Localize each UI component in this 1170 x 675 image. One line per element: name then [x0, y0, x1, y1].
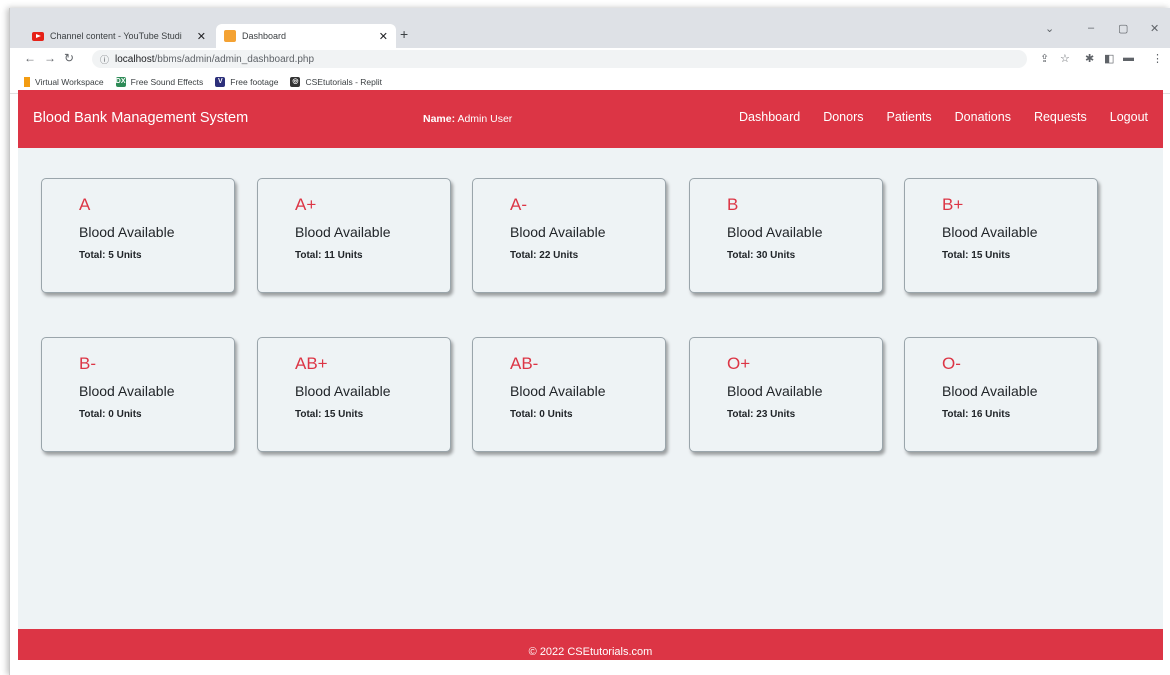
blood-group: AB- — [510, 354, 539, 373]
tab-search-icon[interactable]: ⌄ — [1045, 22, 1054, 35]
tab-title: Channel content - YouTube Studi — [50, 31, 182, 41]
close-tab-icon[interactable]: ✕ — [197, 30, 206, 43]
footage-icon: V — [215, 76, 226, 87]
card-total: Total: 15 Units — [295, 409, 364, 420]
reload-icon[interactable]: ↻ — [64, 51, 74, 65]
blood-card-ab-neg: AB- Blood Available Total: 0 Units — [472, 337, 666, 452]
side-panel-icon[interactable]: ◧ — [1104, 52, 1114, 65]
bookmark-free-footage[interactable]: V Free footage — [215, 76, 279, 87]
bookmark-virtual-workspace[interactable]: Virtual Workspace — [24, 76, 104, 87]
blood-group: A+ — [295, 195, 317, 214]
profile-icon[interactable]: ▬ — [1123, 52, 1134, 64]
nav-link-patients[interactable]: Patients — [886, 110, 931, 124]
card-total: Total: 5 Units — [79, 250, 142, 261]
bookmark-label: CSEtutorials - Replit — [305, 76, 383, 87]
bookmark-label: Virtual Workspace — [35, 76, 104, 87]
dashboard-favicon — [224, 30, 236, 42]
footer-copyright: © 2022 CSEtutorials.com — [528, 646, 653, 658]
nav-link-donations[interactable]: Donations — [955, 110, 1011, 124]
blood-card-a-pos: A+ Blood Available Total: 11 Units — [257, 178, 451, 293]
nav-links: Dashboard Donors Patients Donations Requ… — [739, 110, 1163, 124]
replit-icon: ◎ — [290, 76, 301, 87]
back-icon[interactable]: ← — [24, 51, 36, 65]
url-host: localhost — [115, 53, 155, 65]
bookmark-free-sound-effects[interactable]: DX Free Sound Effects — [115, 76, 204, 87]
card-title: Blood Available — [79, 224, 175, 240]
card-title: Blood Available — [942, 224, 1038, 240]
new-tab-icon[interactable]: + — [400, 26, 408, 42]
menu-icon[interactable]: ⋮ — [1152, 52, 1163, 65]
blood-card-b: B Blood Available Total: 30 Units — [689, 178, 883, 293]
sound-effects-icon: DX — [115, 76, 126, 87]
blood-card-a-neg: A- Blood Available Total: 22 Units — [472, 178, 666, 293]
top-navbar: Blood Bank Management System Name: Admin… — [18, 90, 1163, 148]
user-value: Admin User — [457, 113, 513, 125]
card-title: Blood Available — [295, 224, 391, 240]
blood-card-b-neg: B- Blood Available Total: 0 Units — [41, 337, 235, 452]
bookmark-label: Free Sound Effects — [130, 76, 204, 87]
card-total: Total: 23 Units — [727, 409, 796, 420]
blood-card-o-pos: O+ Blood Available Total: 23 Units — [689, 337, 883, 452]
card-total: Total: 15 Units — [942, 250, 1011, 261]
card-title: Blood Available — [295, 383, 391, 399]
blood-group: A- — [510, 195, 527, 214]
bookmark-csetutorials-replit[interactable]: ◎ CSEtutorials - Replit — [290, 76, 383, 87]
nav-link-dashboard[interactable]: Dashboard — [739, 110, 800, 124]
close-window-icon[interactable]: ✕ — [1150, 22, 1159, 35]
nav-link-donors[interactable]: Donors — [823, 110, 863, 124]
user-label: Name: — [423, 113, 456, 125]
blood-card-o-neg: O- Blood Available Total: 16 Units — [904, 337, 1098, 452]
card-title: Blood Available — [79, 383, 175, 399]
bookmark-label: Free footage — [230, 76, 279, 87]
nav-link-logout[interactable]: Logout — [1110, 110, 1148, 124]
minimize-icon[interactable]: – — [1088, 22, 1094, 34]
browser-toolbar: ← → ↻ ⓘ localhost/bbms/admin/admin_dashb… — [10, 48, 1170, 70]
blood-group: O- — [942, 354, 961, 373]
card-title: Blood Available — [942, 383, 1038, 399]
blood-group: A — [79, 195, 91, 214]
card-total: Total: 16 Units — [942, 409, 1011, 420]
close-tab-icon[interactable]: ✕ — [379, 30, 388, 43]
youtube-icon — [32, 31, 44, 41]
restore-icon[interactable]: ▢ — [1118, 22, 1128, 35]
brand-title[interactable]: Blood Bank Management System — [33, 110, 248, 126]
card-total: Total: 11 Units — [295, 250, 363, 261]
virtual-workspace-icon — [24, 76, 30, 87]
share-icon[interactable]: ⇪ — [1040, 52, 1049, 65]
tab-title: Dashboard — [242, 31, 287, 41]
blood-group: B+ — [942, 195, 964, 214]
nav-link-requests[interactable]: Requests — [1034, 110, 1087, 124]
tab-strip: Channel content - YouTube Studi ✕ Dashbo… — [10, 8, 1170, 48]
card-total: Total: 0 Units — [79, 409, 142, 420]
site-info-icon[interactable]: ⓘ — [100, 53, 109, 66]
card-title: Blood Available — [727, 383, 823, 399]
app-page: Blood Bank Management System Name: Admin… — [18, 90, 1163, 660]
card-total: Total: 30 Units — [727, 250, 796, 261]
blood-group: B — [727, 195, 739, 214]
blood-card-b-pos: B+ Blood Available Total: 15 Units — [904, 178, 1098, 293]
address-bar[interactable]: ⓘ localhost/bbms/admin/admin_dashboard.p… — [92, 50, 1027, 68]
page-footer: © 2022 CSEtutorials.com — [18, 629, 1163, 660]
extensions-icon[interactable]: ✱ — [1085, 52, 1094, 65]
bookmark-star-icon[interactable]: ☆ — [1060, 52, 1070, 65]
tab-dashboard[interactable]: Dashboard ✕ — [216, 24, 396, 48]
tab-youtube-studio[interactable]: Channel content - YouTube Studi ✕ — [24, 24, 214, 48]
card-total: Total: 0 Units — [510, 409, 573, 420]
blood-card-ab-pos: AB+ Blood Available Total: 15 Units — [257, 337, 451, 452]
user-name: Name: Admin User — [423, 113, 512, 125]
blood-card-a: A Blood Available Total: 5 Units — [41, 178, 235, 293]
blood-group: AB+ — [295, 354, 328, 373]
url-path: /bbms/admin/admin_dashboard.php — [154, 53, 315, 65]
card-total: Total: 22 Units — [510, 250, 579, 261]
blood-group: B- — [79, 354, 96, 373]
card-title: Blood Available — [510, 383, 606, 399]
card-title: Blood Available — [510, 224, 606, 240]
blood-group: O+ — [727, 354, 751, 373]
card-title: Blood Available — [727, 224, 823, 240]
forward-icon[interactable]: → — [44, 51, 56, 65]
